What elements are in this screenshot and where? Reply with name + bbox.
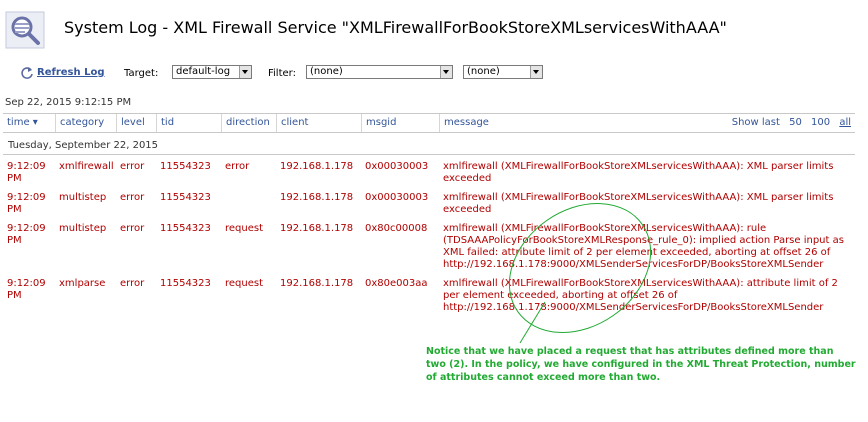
cell-direction: request xyxy=(225,223,264,234)
refresh-log-link[interactable]: Refresh Log xyxy=(37,67,105,78)
table-row: 9:12:09 PM multistep error 11554323 192.… xyxy=(3,192,855,220)
cell-level: error xyxy=(120,161,145,172)
table-row: 9:12:09 PM multistep error 11554323 requ… xyxy=(3,223,855,275)
date-group-header: Tuesday, September 22, 2015 xyxy=(3,139,855,155)
cell-tid: 11554323 xyxy=(160,223,211,234)
filter-value-select-value: (none) xyxy=(467,66,500,77)
filter-label: Filter: xyxy=(268,68,296,79)
col-header-tid[interactable]: tid xyxy=(156,114,221,132)
cell-category: xmlparse xyxy=(59,278,106,289)
cell-msgid: 0x80e003aa xyxy=(365,278,428,289)
cell-tid: 11554323 xyxy=(160,161,211,172)
refresh-icon[interactable] xyxy=(20,66,34,80)
cell-message: xmlfirewall (XMLFirewallForBookStoreXMLs… xyxy=(443,192,834,215)
cell-category: xmlfirewall xyxy=(59,161,114,172)
show-last-control: Show last 50 100 all xyxy=(732,114,851,132)
chevron-down-icon[interactable] xyxy=(239,66,251,78)
col-header-category[interactable]: category xyxy=(55,114,116,132)
chevron-down-icon[interactable] xyxy=(530,66,542,78)
table-row: 9:12:09 PM xmlparse error 11554323 reque… xyxy=(3,278,855,318)
col-header-direction[interactable]: direction xyxy=(221,114,276,132)
table-header: time ▾ category level tid direction clie… xyxy=(3,113,855,133)
cell-message: xmlfirewall (XMLFirewallForBookStoreXMLs… xyxy=(443,161,834,184)
cell-time: 9:12:09 PM xyxy=(7,192,46,215)
cell-message: xmlfirewall (XMLFirewallForBookStoreXMLs… xyxy=(443,278,838,313)
cell-time: 9:12:09 PM xyxy=(7,161,46,184)
filter-value-select[interactable]: (none) xyxy=(463,65,543,79)
show-last-all[interactable]: all xyxy=(839,117,851,128)
cell-msgid: 0x00030003 xyxy=(365,161,429,172)
cell-client: 192.168.1.178 xyxy=(280,192,354,203)
log-timestamp: Sep 22, 2015 9:12:15 PM xyxy=(5,97,132,108)
cell-direction: error xyxy=(225,161,250,172)
cell-category: multistep xyxy=(59,223,107,234)
cell-client: 192.168.1.178 xyxy=(280,161,354,172)
page-title: System Log - XML Firewall Service "XMLFi… xyxy=(64,18,727,37)
annotation-note: Notice that we have placed a request tha… xyxy=(426,346,856,383)
cell-level: error xyxy=(120,192,145,203)
chevron-down-icon[interactable] xyxy=(440,66,452,78)
target-select[interactable]: default-log xyxy=(172,65,252,79)
cell-time: 9:12:09 PM xyxy=(7,278,46,301)
cell-msgid: 0x80c00008 xyxy=(365,223,428,234)
toolbar: Refresh Log Target: default-log Filter: … xyxy=(0,64,868,84)
filter-select-value: (none) xyxy=(310,66,343,77)
cell-direction: request xyxy=(225,278,264,289)
log-search-icon xyxy=(5,11,45,49)
cell-tid: 11554323 xyxy=(160,278,211,289)
cell-msgid: 0x00030003 xyxy=(365,192,429,203)
table-row: 9:12:09 PM xmlfirewall error 11554323 er… xyxy=(3,161,855,189)
col-header-time[interactable]: time ▾ xyxy=(3,114,55,132)
cell-message: xmlfirewall (XMLFirewallForBookStoreXMLs… xyxy=(443,223,844,270)
cell-category: multistep xyxy=(59,192,107,203)
cell-client: 192.168.1.178 xyxy=(280,223,354,234)
cell-tid: 11554323 xyxy=(160,192,211,203)
col-header-client[interactable]: client xyxy=(276,114,361,132)
cell-time: 9:12:09 PM xyxy=(7,223,46,246)
cell-level: error xyxy=(120,223,145,234)
col-header-msgid[interactable]: msgid xyxy=(361,114,439,132)
filter-select[interactable]: (none) xyxy=(306,65,453,79)
target-select-value: default-log xyxy=(176,66,231,77)
target-label: Target: xyxy=(124,68,159,79)
show-last-100[interactable]: 100 xyxy=(811,117,830,128)
cell-level: error xyxy=(120,278,145,289)
col-header-level[interactable]: level xyxy=(116,114,156,132)
show-last-label: Show last xyxy=(731,117,780,128)
show-last-50[interactable]: 50 xyxy=(789,117,802,128)
cell-client: 192.168.1.178 xyxy=(280,278,354,289)
